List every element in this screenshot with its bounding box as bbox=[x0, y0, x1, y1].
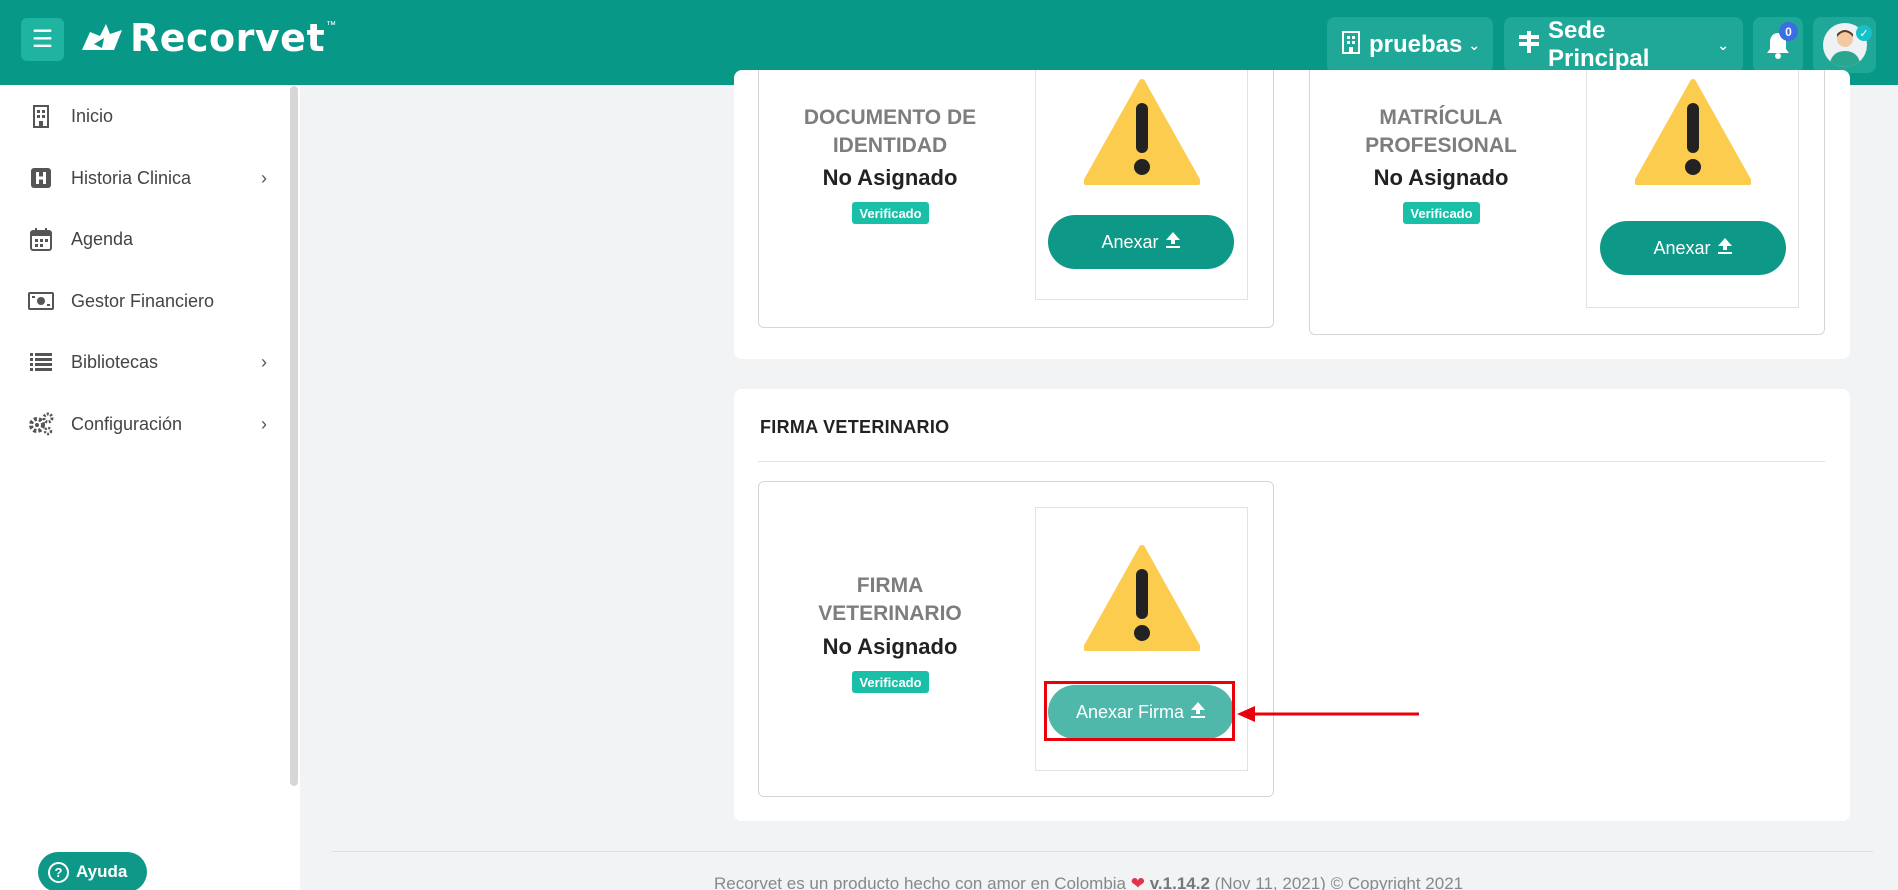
sidebar-item-configuracion[interactable]: Configuración › bbox=[0, 404, 285, 444]
menu-icon: ☰ bbox=[31, 26, 54, 53]
identity-document-title: DOCUMENTO DE IDENTIDAD bbox=[780, 104, 1000, 160]
attach-button-label: Anexar bbox=[1653, 237, 1711, 258]
signature-status: No Asignado bbox=[822, 634, 958, 659]
logo[interactable]: Recorvet ™ bbox=[80, 16, 336, 60]
warning-icon bbox=[1635, 79, 1751, 185]
identity-title-line1: DOCUMENTO DE bbox=[803, 106, 977, 129]
sidebar-item-inicio[interactable]: Inicio bbox=[0, 96, 285, 136]
identity-attach-button[interactable]: Anexar bbox=[1048, 215, 1234, 269]
list-icon bbox=[28, 353, 54, 371]
chevron-right-icon: › bbox=[261, 351, 267, 372]
chevron-right-icon: › bbox=[261, 413, 267, 434]
license-document-title: MATRÍCULA PROFESIONAL bbox=[1331, 104, 1551, 160]
license-title-line1: MATRÍCULA bbox=[1379, 106, 1503, 129]
warning-icon bbox=[1084, 545, 1200, 651]
sidebar-item-label: Gestor Financiero bbox=[71, 290, 215, 311]
sidebar bbox=[0, 85, 300, 890]
license-attach-button[interactable]: Anexar bbox=[1600, 221, 1786, 275]
help-label: Ayuda bbox=[76, 862, 128, 881]
upload-icon bbox=[1165, 231, 1181, 254]
chevron-down-icon: ⌄ bbox=[1717, 36, 1729, 53]
question-icon: ? bbox=[48, 861, 69, 883]
annotation-arrow-icon bbox=[1237, 706, 1419, 722]
identity-verified-badge: Verificado bbox=[852, 202, 929, 224]
sidebar-scrollbar[interactable] bbox=[290, 86, 298, 786]
sidebar-item-bibliotecas[interactable]: Bibliotecas › bbox=[0, 342, 285, 382]
footer: Recorvet es un producto hecho con amor e… bbox=[714, 874, 1463, 890]
recorvet-logo-icon bbox=[82, 24, 122, 50]
upload-icon bbox=[1717, 237, 1733, 260]
help-button[interactable]: ? Ayuda bbox=[38, 852, 147, 890]
hamburger-menu-button[interactable]: ☰ bbox=[21, 18, 64, 61]
logo-tm: ™ bbox=[326, 20, 337, 31]
identity-title-line2: IDENTIDAD bbox=[832, 134, 948, 157]
sidebar-item-label: Bibliotecas bbox=[71, 351, 159, 372]
warning-icon bbox=[1084, 79, 1200, 185]
signature-title: FIRMA VETERINARIO bbox=[780, 572, 1000, 628]
money-icon bbox=[28, 292, 54, 310]
signature-section-title: FIRMA VETERINARIO bbox=[760, 417, 950, 437]
license-title-line2: PROFESIONAL bbox=[1365, 134, 1517, 157]
footer-text: Recorvet es un producto hecho con amor e… bbox=[714, 874, 1127, 890]
sidebar-item-label: Configuración bbox=[71, 413, 183, 434]
sidebar-item-historia-clinica[interactable]: Historia Clinica › bbox=[0, 158, 285, 198]
sidebar-item-label: Inicio bbox=[71, 105, 114, 126]
building-icon bbox=[28, 104, 54, 128]
signpost-icon bbox=[1518, 30, 1540, 60]
chevron-right-icon: › bbox=[261, 167, 267, 188]
branch-selector[interactable]: Sede Principal ⌄ bbox=[1504, 17, 1743, 73]
chevron-down-icon: ⌄ bbox=[1468, 36, 1481, 53]
verified-check-icon: ✓ bbox=[1856, 25, 1872, 41]
branch-selector-label: Sede Principal bbox=[1548, 17, 1650, 72]
sidebar-item-label: Historia Clinica bbox=[71, 167, 192, 188]
notifications-button[interactable]: 0 bbox=[1753, 17, 1803, 73]
license-verified-badge: Verificado bbox=[1403, 202, 1480, 224]
signature-title-line1: FIRMA bbox=[856, 574, 924, 597]
logo-text: Recorvet bbox=[130, 16, 326, 60]
footer-copyright: (Nov 11, 2021) © Copyright 2021 bbox=[1214, 874, 1464, 890]
notifications-count-badge: 0 bbox=[1779, 22, 1798, 41]
license-document-status: No Asignado bbox=[1373, 165, 1509, 190]
highlight-box bbox=[1044, 681, 1235, 741]
clinic-building-icon bbox=[1341, 30, 1361, 60]
identity-document-status: No Asignado bbox=[822, 165, 958, 190]
sidebar-item-gestor-financiero[interactable]: Gestor Financiero bbox=[0, 281, 285, 321]
signature-title-line2: VETERINARIO bbox=[818, 602, 962, 625]
sidebar-item-label: Agenda bbox=[71, 228, 134, 249]
hospital-icon bbox=[28, 167, 54, 189]
clinic-selector-label: pruebas bbox=[1369, 31, 1463, 58]
sidebar-item-agenda[interactable]: Agenda bbox=[0, 219, 285, 259]
attach-button-label: Anexar bbox=[1101, 231, 1159, 252]
heart-icon: ❤ bbox=[1130, 874, 1145, 890]
section-divider bbox=[758, 461, 1825, 462]
footer-divider bbox=[332, 851, 1873, 852]
signature-verified-badge: Verificado bbox=[852, 671, 929, 693]
calendar-icon bbox=[28, 227, 54, 251]
gears-icon bbox=[28, 412, 54, 436]
clinic-selector[interactable]: pruebas ⌄ bbox=[1327, 17, 1493, 73]
footer-version: v.1.14.2 bbox=[1149, 874, 1210, 890]
